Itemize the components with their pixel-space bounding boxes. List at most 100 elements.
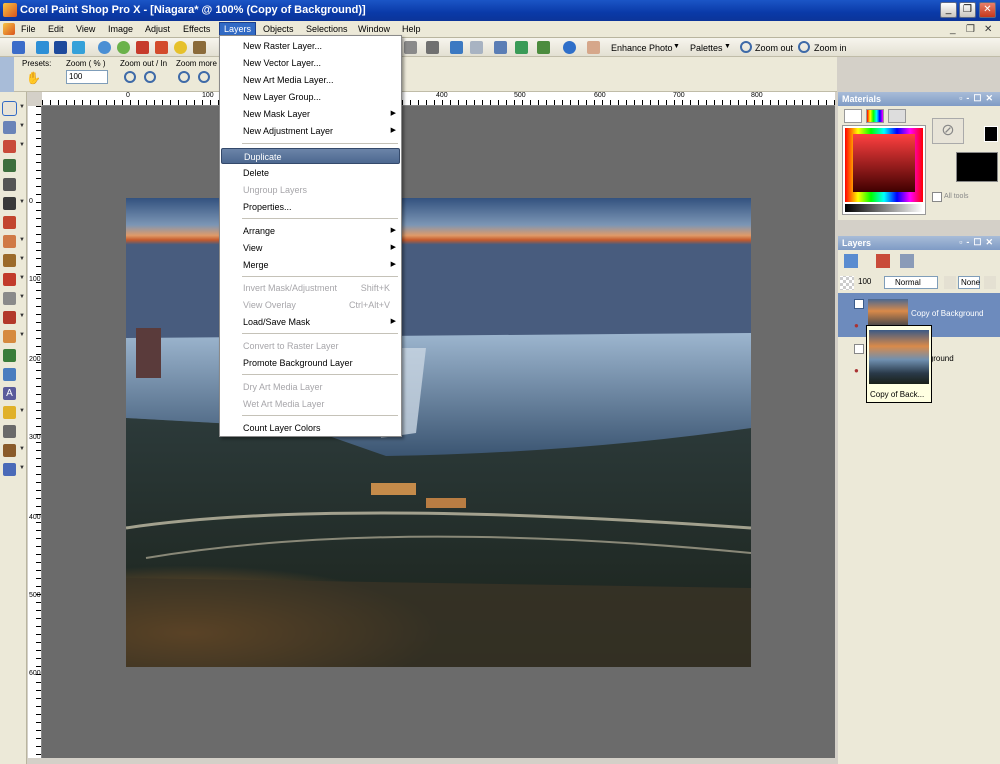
- menu-item-invert-mask[interactable]: Invert Mask/Adjustment Shift+K: [221, 280, 400, 296]
- menu-objects[interactable]: Objects: [259, 23, 298, 35]
- dodge-tool-icon[interactable]: [3, 292, 16, 305]
- menu-edit[interactable]: Edit: [44, 23, 68, 35]
- layer-properties-icon[interactable]: [900, 254, 914, 268]
- maximize-button[interactable]: ❐: [959, 2, 976, 18]
- people-icon[interactable]: [515, 41, 528, 54]
- menu-selections[interactable]: Selections: [302, 23, 352, 35]
- zoom-in-small-icon[interactable]: [124, 71, 136, 83]
- app-icon[interactable]: [3, 3, 17, 17]
- menu-view[interactable]: View: [72, 23, 99, 35]
- flood-fill-tool-icon[interactable]: [3, 349, 16, 362]
- art-media-tool-icon[interactable]: [3, 463, 16, 476]
- color-icon[interactable]: [155, 41, 168, 54]
- all-tools-checkbox[interactable]: [932, 192, 942, 202]
- palettes-button[interactable]: Palettes: [690, 43, 723, 53]
- mask-mode-select[interactable]: None: [958, 276, 980, 289]
- enhance-photo-icon[interactable]: [587, 41, 600, 54]
- crop-icon[interactable]: [494, 41, 507, 54]
- menu-item-properties[interactable]: Properties...: [221, 199, 400, 215]
- brush-icon[interactable]: [944, 276, 956, 289]
- color-picker[interactable]: [842, 125, 926, 215]
- menu-file[interactable]: File: [17, 23, 40, 35]
- pick-tool-icon[interactable]: [3, 197, 16, 210]
- selection-tool-icon[interactable]: [3, 121, 16, 134]
- color-replacer-icon[interactable]: [3, 368, 16, 381]
- frame-tab-icon[interactable]: [844, 109, 862, 123]
- palette-window-buttons[interactable]: ▫‑☐✕: [959, 93, 997, 104]
- mdi-minimize-icon[interactable]: _: [950, 24, 956, 35]
- info-icon[interactable]: [563, 41, 576, 54]
- pan-tool-icon[interactable]: [2, 101, 17, 116]
- menu-item-ungroup-layers[interactable]: Ungroup Layers: [221, 182, 400, 198]
- layer-visibility-checkbox[interactable]: [854, 299, 864, 309]
- hand-icon[interactable]: ✋: [26, 71, 41, 85]
- print-icon[interactable]: [426, 41, 439, 54]
- red-eye-tool-icon[interactable]: [3, 216, 16, 229]
- rainbow-tab-icon[interactable]: [866, 109, 884, 123]
- warp-brush-icon[interactable]: [3, 444, 16, 457]
- menu-item-duplicate[interactable]: Duplicate: [221, 148, 400, 164]
- layer-visibility-checkbox[interactable]: [854, 344, 864, 354]
- copy-icon[interactable]: [404, 41, 417, 54]
- zoom-more-out-icon[interactable]: [198, 71, 210, 83]
- browse-icon[interactable]: [12, 41, 25, 54]
- eye-icon[interactable]: ●: [854, 366, 859, 375]
- opacity-value[interactable]: 100: [858, 277, 871, 286]
- tool-options-grip[interactable]: [0, 57, 14, 92]
- mdi-restore-icon[interactable]: ❐: [966, 24, 975, 35]
- paintbrush-tool-icon[interactable]: [3, 273, 16, 286]
- red-eye-icon[interactable]: [136, 41, 149, 54]
- target-icon[interactable]: [174, 41, 187, 54]
- undo-icon[interactable]: [450, 41, 463, 54]
- stroke-color-swatch[interactable]: [984, 126, 998, 142]
- lock-icon[interactable]: [984, 276, 996, 289]
- zoom-more-in-icon[interactable]: [178, 71, 190, 83]
- redo-icon[interactable]: [470, 41, 483, 54]
- menu-item-view[interactable]: View ▶: [221, 240, 400, 256]
- fill-color-swatch[interactable]: [956, 152, 998, 182]
- menu-item-promote-background[interactable]: Promote Background Layer: [221, 355, 400, 371]
- menu-item-new-mask-layer[interactable]: New Mask Layer ▶: [221, 106, 400, 122]
- text-tool-icon[interactable]: A: [3, 387, 16, 400]
- no-style-icon[interactable]: ⊘: [932, 118, 964, 144]
- eraser-tool-icon[interactable]: [3, 330, 16, 343]
- new-icon[interactable]: [36, 41, 49, 54]
- zoom-percent-input[interactable]: 100: [66, 70, 108, 84]
- mdi-close-icon[interactable]: ✕: [984, 24, 992, 35]
- menu-item-view-overlay[interactable]: View Overlay Ctrl+Alt+V: [221, 297, 400, 313]
- menu-item-delete[interactable]: Delete: [221, 165, 400, 181]
- menu-item-new-art-media-layer[interactable]: New Art Media Layer...: [221, 72, 400, 88]
- menu-layers[interactable]: Layers: [219, 22, 257, 36]
- lasso-tool-icon[interactable]: [3, 140, 16, 153]
- menu-item-new-vector-layer[interactable]: New Vector Layer...: [221, 55, 400, 71]
- batch-icon[interactable]: [537, 41, 550, 54]
- new-layer-icon[interactable]: [844, 254, 858, 268]
- lighten-tool-icon[interactable]: [3, 311, 16, 324]
- zoom-in-button[interactable]: Zoom in: [814, 43, 847, 53]
- menu-window[interactable]: Window: [354, 23, 394, 35]
- open-icon[interactable]: [54, 41, 67, 54]
- scratch-remover-icon[interactable]: [3, 254, 16, 267]
- close-button[interactable]: ✕: [979, 2, 996, 18]
- clone-tool-icon[interactable]: [3, 235, 16, 248]
- document-icon[interactable]: [3, 23, 15, 35]
- minimize-button[interactable]: _: [940, 2, 957, 18]
- menu-item-convert-to-raster[interactable]: Convert to Raster Layer: [221, 338, 400, 354]
- menu-item-new-raster-layer[interactable]: New Raster Layer...: [221, 38, 400, 54]
- preset-shape-icon[interactable]: [3, 406, 16, 419]
- zoom-out-button[interactable]: Zoom out: [755, 43, 793, 53]
- menu-item-merge[interactable]: Merge ▶: [221, 257, 400, 273]
- pattern-icon[interactable]: [193, 41, 206, 54]
- menu-item-count-layer-colors[interactable]: Count Layer Colors: [221, 420, 400, 436]
- menu-item-arrange[interactable]: Arrange ▶: [221, 223, 400, 239]
- chevron-down-icon[interactable]: ▼: [724, 43, 731, 50]
- zoom-out-icon[interactable]: [740, 41, 752, 53]
- pen-tool-icon[interactable]: [3, 425, 16, 438]
- save-icon[interactable]: [72, 41, 85, 54]
- menu-item-wet-art-media[interactable]: Wet Art Media Layer: [221, 396, 400, 412]
- zoom-in-icon[interactable]: [798, 41, 810, 53]
- menu-adjust[interactable]: Adjust: [141, 23, 174, 35]
- crop-tool-icon[interactable]: [3, 178, 16, 191]
- zoom-out-small-icon[interactable]: [144, 71, 156, 83]
- chevron-down-icon[interactable]: ▼: [673, 43, 680, 50]
